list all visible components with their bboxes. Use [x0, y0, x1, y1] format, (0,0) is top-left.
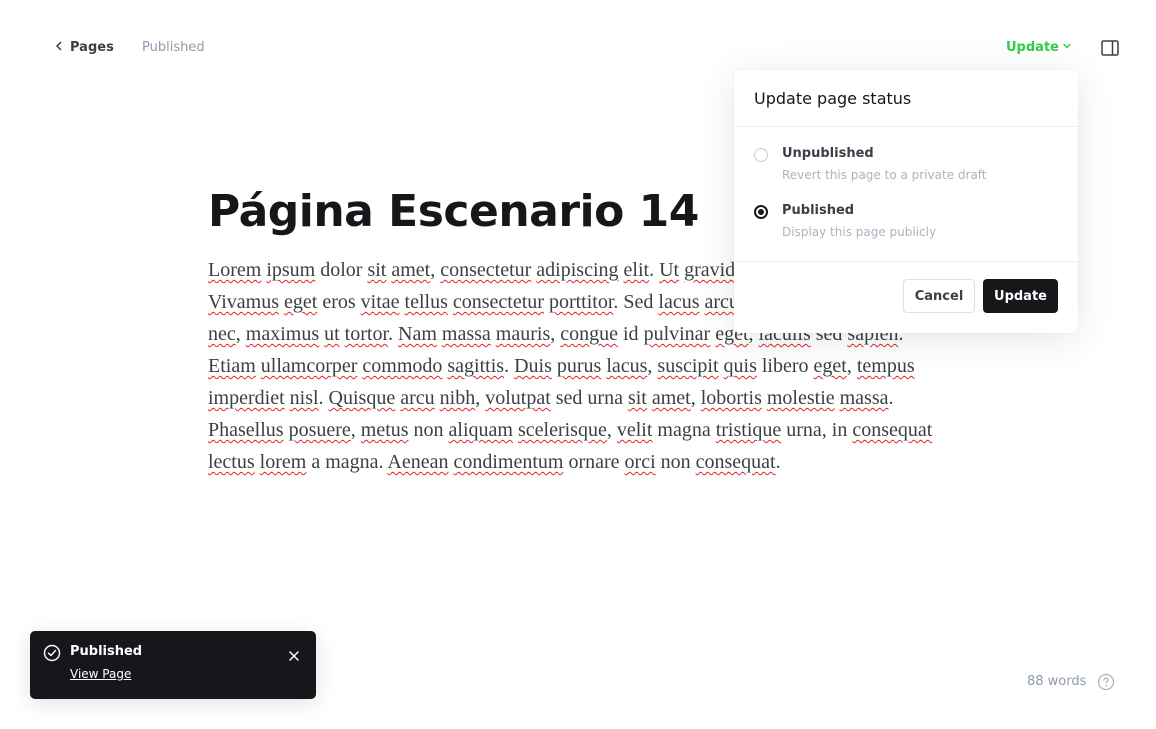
spellcheck-word: consectetur	[440, 259, 532, 281]
spellcheck-word: nibh	[439, 387, 476, 409]
popover-actions: Cancel Update	[734, 262, 1078, 313]
spellcheck-word: molestie	[766, 387, 835, 409]
spellcheck-word: sagittis	[447, 355, 505, 377]
view-page-link[interactable]: View Page	[70, 667, 131, 681]
spellcheck-word: congue	[560, 323, 618, 345]
spellcheck-word: vitae	[360, 291, 400, 313]
spellcheck-word: maximus	[245, 323, 320, 345]
popover-title: Update page status	[734, 70, 1078, 127]
spellcheck-word: eget	[813, 355, 847, 377]
sidebar-toggle-icon[interactable]	[1101, 40, 1119, 56]
post-status-label: Published	[142, 40, 205, 55]
chevron-down-icon	[1062, 40, 1072, 55]
spellcheck-word: lectus	[208, 451, 255, 473]
post-title[interactable]: Página Escenario 14	[208, 184, 699, 240]
spellcheck-word: consequat	[695, 451, 776, 473]
spellcheck-word: purus	[556, 355, 602, 377]
spellcheck-word: ut	[324, 323, 340, 345]
close-icon[interactable]	[288, 647, 300, 661]
cancel-button[interactable]: Cancel	[903, 279, 975, 313]
spellcheck-word: tempus	[856, 355, 915, 377]
spellcheck-word: Lorem	[208, 259, 262, 281]
spellcheck-word: Ut	[659, 259, 680, 281]
spellcheck-word: nec	[208, 323, 236, 345]
radio-unpublished[interactable]	[754, 148, 768, 162]
spellcheck-word: Quisque	[328, 387, 396, 409]
spellcheck-word: orci	[624, 451, 656, 473]
spellcheck-word: posuere	[288, 419, 351, 441]
update-label: Update	[1006, 40, 1059, 55]
back-to-pages-link[interactable]: Pages	[54, 40, 114, 55]
spellcheck-word: lobortis	[700, 387, 762, 409]
update-button[interactable]: Update	[983, 279, 1058, 313]
help-circle-icon[interactable]	[1097, 673, 1115, 691]
spellcheck-word: Etiam	[208, 355, 256, 377]
word-count: 88 words	[1027, 674, 1087, 689]
spellcheck-word: condimentum	[453, 451, 564, 473]
spellcheck-word: consequat	[852, 419, 933, 441]
spellcheck-word: eget	[284, 291, 318, 313]
spellcheck-word: arcu	[400, 387, 435, 409]
update-dropdown-button[interactable]: Update	[1006, 40, 1072, 55]
update-status-popover: Update page status Unpublished Revert th…	[734, 70, 1078, 333]
spellcheck-word: velit	[616, 419, 653, 441]
option-label: Unpublished	[782, 146, 874, 161]
spellcheck-word: adipiscing	[536, 259, 619, 281]
spellcheck-word: elit	[623, 259, 650, 281]
option-unpublished[interactable]: Unpublished Revert this page to a privat…	[754, 145, 1058, 202]
option-description: Display this page publicly	[782, 225, 937, 239]
spellcheck-word: Aenean	[387, 451, 449, 473]
option-description: Revert this page to a private draft	[782, 168, 987, 182]
spellcheck-word: volutpat	[485, 387, 551, 409]
chevron-left-icon	[54, 40, 64, 55]
spellcheck-word: amet	[651, 387, 691, 409]
spellcheck-word: massa	[441, 323, 491, 345]
check-circle-icon	[43, 644, 61, 662]
spellcheck-word: lacus	[606, 355, 648, 377]
spellcheck-word: suscipit	[657, 355, 719, 377]
spellcheck-word: porttitor	[548, 291, 614, 313]
published-toast: Published View Page	[30, 631, 316, 699]
spellcheck-word: scelerisque	[517, 419, 607, 441]
spellcheck-word: imperdiet	[208, 387, 285, 409]
status-options: Unpublished Revert this page to a privat…	[734, 127, 1078, 262]
spellcheck-word: quis	[723, 355, 757, 377]
spellcheck-word: Duis	[514, 355, 552, 377]
spellcheck-word: massa	[839, 387, 889, 409]
spellcheck-word: lorem	[259, 451, 307, 473]
spellcheck-word: sit	[627, 387, 647, 409]
spellcheck-word: tortor	[344, 323, 389, 345]
spellcheck-word: tellus	[404, 291, 448, 313]
spellcheck-word: Vivamus	[208, 291, 280, 313]
option-label: Published	[782, 203, 855, 218]
radio-published[interactable]	[754, 205, 768, 219]
spellcheck-word: lacus	[658, 291, 700, 313]
toast-title: Published	[70, 644, 143, 659]
back-link-label: Pages	[70, 40, 114, 55]
spellcheck-word: amet	[391, 259, 431, 281]
spellcheck-word: ipsum	[266, 259, 316, 281]
spellcheck-word: commodo	[362, 355, 443, 377]
spellcheck-word: Nam	[398, 323, 437, 345]
spellcheck-word: ullamcorper	[260, 355, 358, 377]
spellcheck-word: pulvinar	[643, 323, 711, 345]
spellcheck-word: Phasellus	[208, 419, 284, 441]
option-published[interactable]: Published Display this page publicly	[754, 202, 1058, 259]
spellcheck-word: aliquam	[448, 419, 513, 441]
spellcheck-word: sit	[367, 259, 387, 281]
spellcheck-word: metus	[360, 419, 409, 441]
spellcheck-word: tristique	[715, 419, 782, 441]
spellcheck-word: mauris	[495, 323, 551, 345]
spellcheck-word: nisl	[289, 387, 319, 409]
spellcheck-word: consectetur	[452, 291, 544, 313]
editor-page: Pages Published Update Página Escenario …	[0, 0, 1156, 729]
